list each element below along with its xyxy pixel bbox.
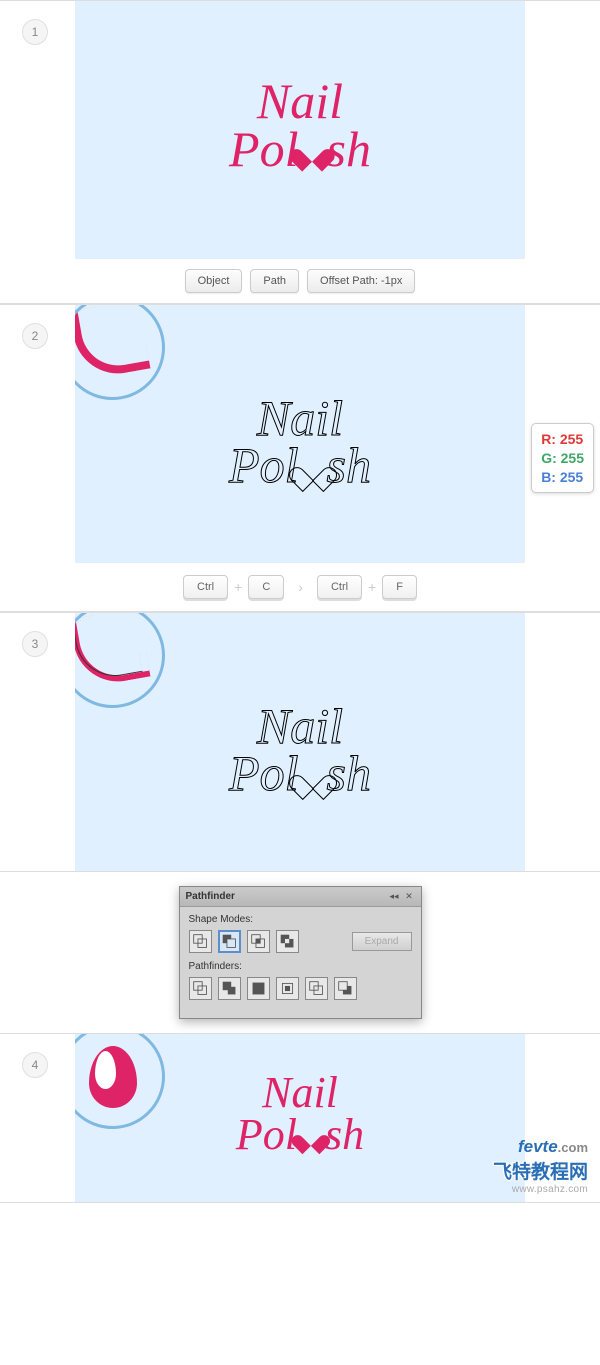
minus-front-icon[interactable] (218, 930, 241, 953)
outline-icon[interactable] (305, 977, 328, 1000)
step-1: 1 Nail Polsh Object Path Offset Path: -1… (0, 0, 600, 304)
pathfinders-row (189, 977, 412, 1000)
rgb-g: G: 255 (541, 449, 584, 468)
shape-modes-label: Shape Modes: (189, 914, 412, 925)
tutorial-container: 1 Nail Polsh Object Path Offset Path: -1… (0, 0, 600, 1203)
shortcut-row: Ctrl + C › Ctrl + F (0, 563, 600, 611)
zoom-detail-3 (75, 613, 165, 708)
step-number-4: 4 (22, 1052, 48, 1078)
canvas-2: Nail Polsh (75, 305, 525, 563)
nail-polish-text-final: Nail Polsh (236, 1072, 364, 1156)
text-pol: Pol (229, 745, 298, 801)
watermark-cn: 飞特教程网 (493, 1157, 588, 1184)
key-ctrl-2[interactable]: Ctrl (317, 575, 362, 599)
text-sh: sh (325, 1110, 364, 1159)
unite-icon[interactable] (189, 930, 212, 953)
zoom-curve-double (75, 613, 151, 689)
key-ctrl-1[interactable]: Ctrl (183, 575, 228, 599)
minus-back-icon[interactable] (334, 977, 357, 1000)
panel-controls: ◂◂ ✕ (389, 891, 415, 902)
text-sh: sh (326, 120, 370, 176)
zoom-detail-2 (75, 305, 165, 400)
rgb-r: R: 255 (541, 430, 584, 449)
shape-modes-row: Expand (189, 930, 412, 953)
offset-path-button[interactable]: Offset Path: -1px (307, 269, 415, 293)
pathfinder-title: Pathfinder (186, 891, 235, 902)
zoom-curve-pink (75, 305, 151, 381)
crop-icon[interactable] (276, 977, 299, 1000)
nail-shape-icon (89, 1046, 137, 1108)
heart-icon-outline (298, 765, 326, 793)
step-number-1: 1 (22, 19, 48, 45)
exclude-icon[interactable] (276, 930, 299, 953)
divide-icon[interactable] (189, 977, 212, 1000)
heart-icon-outline (298, 457, 326, 485)
key-c[interactable]: C (248, 575, 284, 599)
text-pol: Pol (236, 1110, 297, 1159)
merge-icon[interactable] (247, 977, 270, 1000)
pathfinder-section: Pathfinder ◂◂ ✕ Shape Modes: Expand Path… (0, 872, 600, 1033)
step-3: 3 Nail Polsh (0, 612, 600, 872)
nail-polish-text-filled: Nail Polsh (229, 78, 371, 173)
step-2: 2 R: 255 G: 255 B: 255 Nail Polsh Ctrl +… (0, 304, 600, 612)
canvas-1: Nail Polsh (75, 1, 525, 259)
button-row-1: Object Path Offset Path: -1px (0, 259, 600, 303)
watermark: fevte.com 飞特教程网 www.psahz.com (493, 1137, 588, 1195)
pathfinders-label: Pathfinders: (189, 961, 412, 972)
path-button[interactable]: Path (250, 269, 299, 293)
key-f[interactable]: F (382, 575, 417, 599)
arrow-icon: › (298, 579, 303, 595)
text-pol: Pol (229, 437, 298, 493)
rgb-values-box: R: 255 G: 255 B: 255 (531, 423, 594, 493)
plus-icon-2: + (368, 579, 376, 595)
heart-icon (298, 140, 326, 168)
rgb-b: B: 255 (541, 468, 584, 487)
trim-icon[interactable] (218, 977, 241, 1000)
pathfinder-panel: Pathfinder ◂◂ ✕ Shape Modes: Expand Path… (179, 886, 422, 1019)
plus-icon: + (234, 579, 242, 595)
text-sh: sh (326, 437, 370, 493)
step-number-3: 3 (22, 631, 48, 657)
step-number-2: 2 (22, 323, 48, 349)
watermark-fevte: fevte.com (493, 1137, 588, 1157)
pathfinder-body: Shape Modes: Expand Pathfinders: (180, 907, 421, 1018)
text-pol: Pol (229, 120, 298, 176)
object-button[interactable]: Object (185, 269, 243, 293)
pathfinder-titlebar[interactable]: Pathfinder ◂◂ ✕ (180, 887, 421, 907)
intersect-icon[interactable] (247, 930, 270, 953)
watermark-url: www.psahz.com (493, 1184, 588, 1195)
text-sh: sh (326, 745, 370, 801)
expand-button[interactable]: Expand (352, 932, 412, 951)
heart-icon (299, 1127, 323, 1151)
canvas-4: Nail Polsh (75, 1034, 525, 1202)
collapse-icon[interactable]: ◂◂ (389, 891, 400, 902)
nail-polish-text-outlined-3: Nail Polsh (229, 703, 371, 798)
zoom-detail-4 (75, 1034, 165, 1129)
close-icon[interactable]: ✕ (404, 891, 415, 902)
canvas-3: Nail Polsh (75, 613, 525, 871)
nail-polish-text-outlined: Nail Polsh (229, 395, 371, 490)
